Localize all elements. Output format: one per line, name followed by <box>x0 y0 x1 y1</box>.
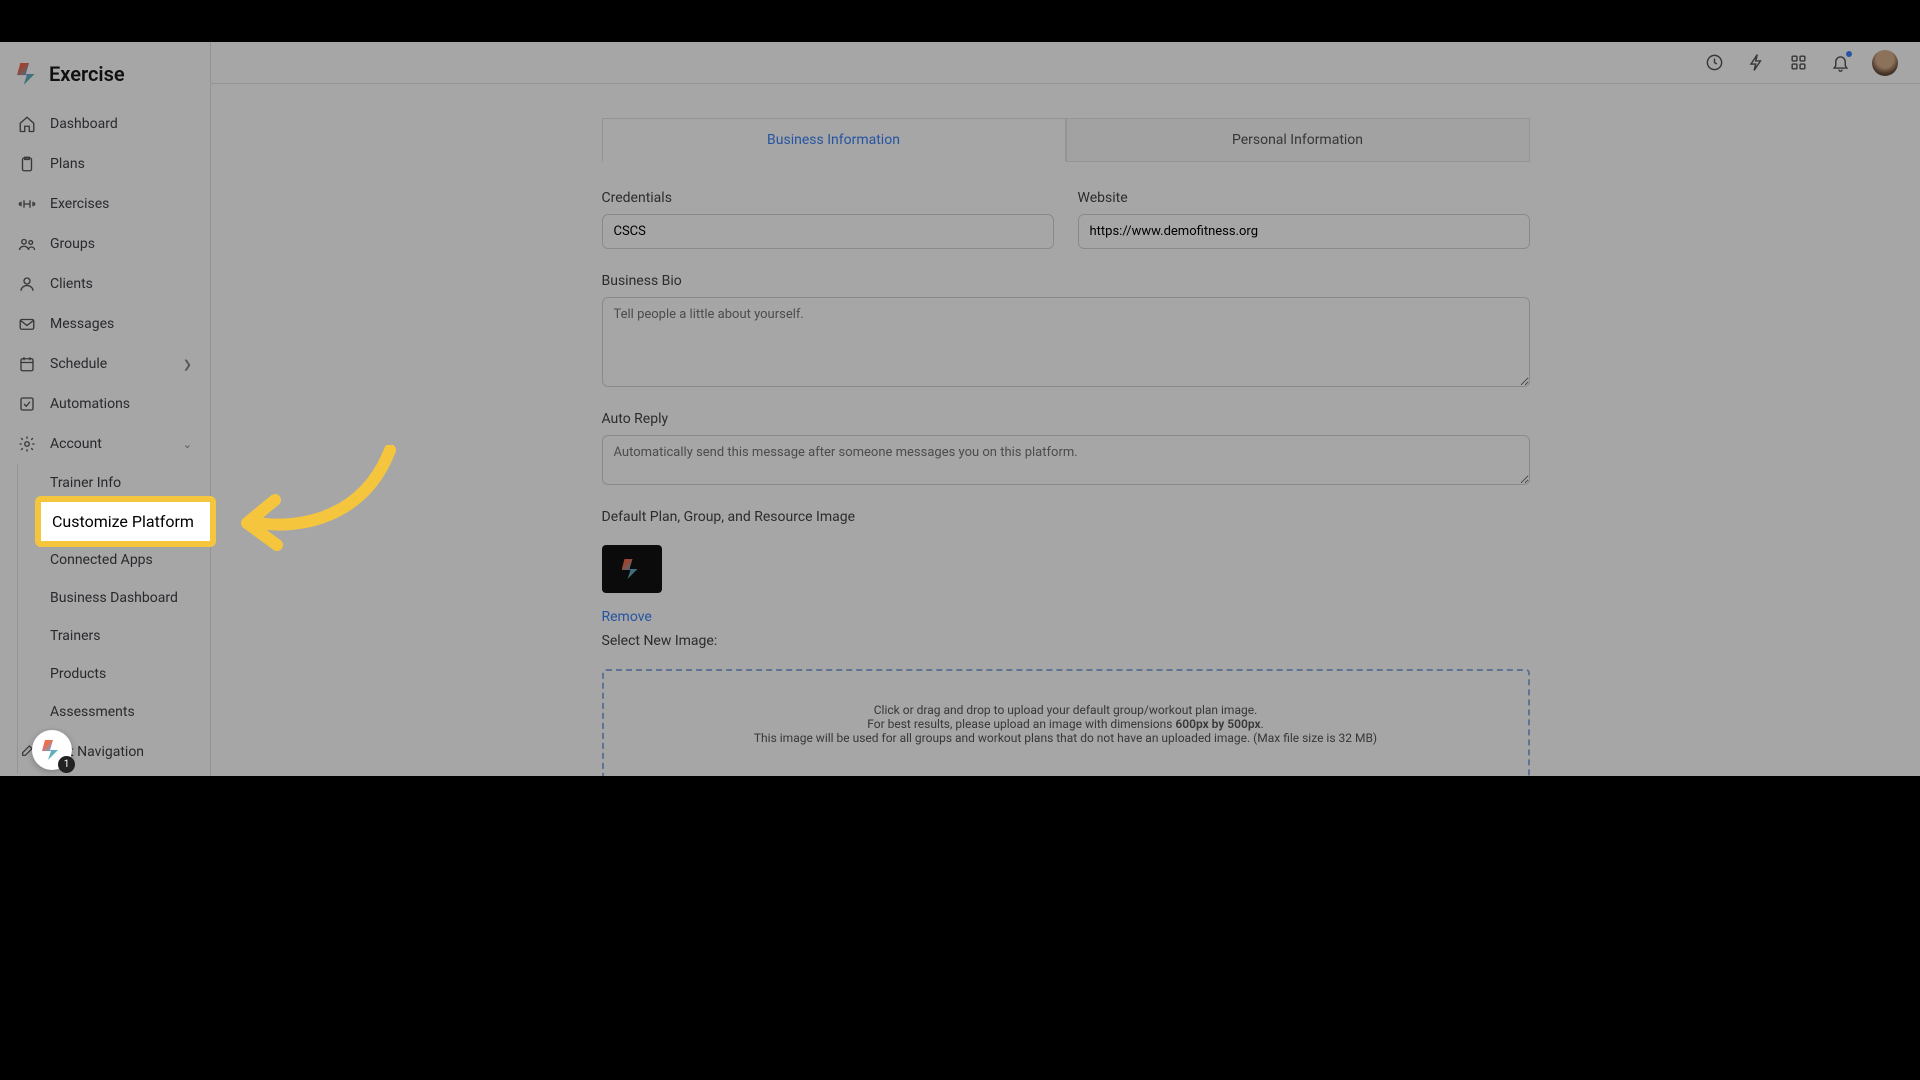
subnav-label: Trainer Info <box>50 475 121 491</box>
apps-icon[interactable] <box>1788 53 1808 73</box>
main-region: Business Information Personal Informatio… <box>211 42 1920 776</box>
sidebar-item-groups[interactable]: Groups <box>10 224 200 264</box>
credentials-input[interactable] <box>602 214 1054 249</box>
topbar <box>211 42 1920 84</box>
brand-name: Exercise <box>49 62 125 86</box>
tab-label: Business Information <box>767 132 900 148</box>
subnav-products[interactable]: Products <box>41 655 210 693</box>
primary-nav: Dashboard Plans Exercises Groups Clients… <box>0 104 210 464</box>
field-credentials: Credentials <box>602 190 1054 249</box>
field-default-image: Default Plan, Group, and Resource Image … <box>602 509 1530 776</box>
drop-line-1: Click or drag and drop to upload your de… <box>624 703 1508 717</box>
envelope-icon <box>18 315 36 333</box>
tabs: Business Information Personal Informatio… <box>602 118 1530 162</box>
drop-line-3: This image will be used for all groups a… <box>624 731 1508 745</box>
check-square-icon <box>18 395 36 413</box>
auto-reply-textarea[interactable] <box>602 435 1530 485</box>
drop-line-2: For best results, please upload an image… <box>624 717 1508 731</box>
sidebar-item-label: Schedule <box>50 356 107 372</box>
thumb-logo-icon <box>622 559 642 579</box>
default-image-label: Default Plan, Group, and Resource Image <box>602 509 1530 525</box>
sidebar-item-label: Messages <box>50 316 114 332</box>
sidebar-item-label: Automations <box>50 396 130 412</box>
field-auto-reply: Auto Reply <box>602 411 1530 485</box>
clipboard-icon <box>18 155 36 173</box>
group-icon <box>18 235 36 253</box>
clock-icon[interactable] <box>1704 53 1724 73</box>
field-website: Website <box>1078 190 1530 249</box>
credentials-label: Credentials <box>602 190 1054 206</box>
tab-personal[interactable]: Personal Information <box>1066 118 1530 162</box>
badge-logo-icon <box>42 740 62 760</box>
subnav-label: Trainers <box>50 628 100 644</box>
subnav-label: Products <box>50 666 106 682</box>
sidebar-item-plans[interactable]: Plans <box>10 144 200 184</box>
brand: Exercise <box>0 48 210 104</box>
select-new-label: Select New Image: <box>602 633 1530 649</box>
calendar-icon <box>18 355 36 373</box>
sidebar-item-messages[interactable]: Messages <box>10 304 200 344</box>
tab-business[interactable]: Business Information <box>602 118 1066 162</box>
website-input[interactable] <box>1078 214 1530 249</box>
sidebar-item-automations[interactable]: Automations <box>10 384 200 424</box>
sidebar-item-label: Dashboard <box>50 116 118 132</box>
avatar[interactable] <box>1872 50 1898 76</box>
help-badge[interactable]: 1 <box>32 730 72 770</box>
sidebar-item-label: Groups <box>50 236 95 252</box>
subnav-label: Customize Platform <box>52 512 194 531</box>
drop-line-2c: . <box>1261 717 1264 731</box>
field-bio: Business Bio <box>602 273 1530 387</box>
default-image-thumb <box>602 545 662 593</box>
chevron-down-icon: ⌄ <box>183 438 192 451</box>
subnav-label: Assessments <box>50 704 135 720</box>
auto-reply-label: Auto Reply <box>602 411 1530 427</box>
content: Business Information Personal Informatio… <box>211 84 1920 776</box>
drop-line-2a: For best results, please upload an image… <box>867 717 1175 731</box>
sidebar-item-account[interactable]: Account ⌄ <box>10 424 200 464</box>
bolt-icon[interactable] <box>1746 53 1766 73</box>
sidebar-item-label: Clients <box>50 276 93 292</box>
sidebar-item-schedule[interactable]: Schedule ❯ <box>10 344 200 384</box>
subnav-trainers[interactable]: Trainers <box>41 617 210 655</box>
website-label: Website <box>1078 190 1530 206</box>
bell-icon[interactable] <box>1830 53 1850 73</box>
sidebar-item-label: Account <box>50 436 102 452</box>
chevron-right-icon: ❯ <box>183 358 192 371</box>
tab-label: Personal Information <box>1232 132 1363 148</box>
subnav-business-dashboard[interactable]: Business Dashboard <box>41 579 210 617</box>
bio-label: Business Bio <box>602 273 1530 289</box>
remove-image-link[interactable]: Remove <box>602 609 1530 625</box>
account-subnav: Trainer Info Customize Platform Connecte… <box>17 464 210 773</box>
upload-dropzone[interactable]: Click or drag and drop to upload your de… <box>602 669 1530 776</box>
dumbbell-icon <box>18 195 36 213</box>
bio-textarea[interactable] <box>602 297 1530 387</box>
subnav-label: Connected Apps <box>50 552 153 568</box>
brand-logo-icon <box>17 63 39 85</box>
person-icon <box>18 275 36 293</box>
subnav-assessments[interactable]: Assessments <box>41 693 210 731</box>
subnav-label: Business Dashboard <box>50 590 178 606</box>
sidebar-item-exercises[interactable]: Exercises <box>10 184 200 224</box>
sidebar-item-label: Exercises <box>50 196 109 212</box>
home-icon <box>18 115 36 133</box>
gear-icon <box>18 435 36 453</box>
drop-line-2b: 600px by 500px <box>1175 717 1260 731</box>
subnav-customize-platform[interactable]: Customize Platform <box>41 502 210 541</box>
badge-count: 1 <box>58 756 75 773</box>
sidebar-item-dashboard[interactable]: Dashboard <box>10 104 200 144</box>
sidebar-item-clients[interactable]: Clients <box>10 264 200 304</box>
sidebar-item-label: Plans <box>50 156 85 172</box>
sidebar: Exercise Dashboard Plans Exercises Group… <box>0 42 211 776</box>
